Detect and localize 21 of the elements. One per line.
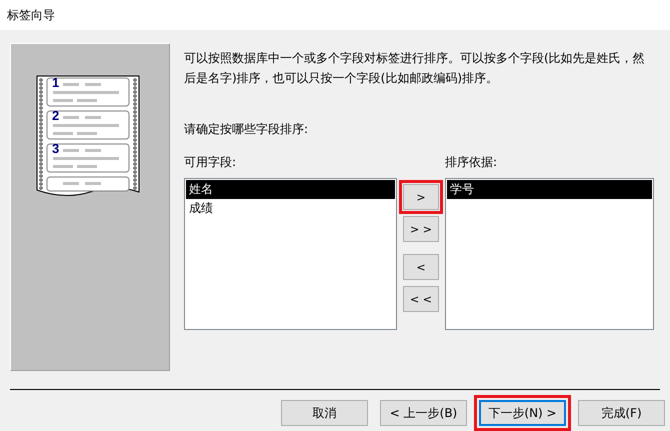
move-button[interactable]: > >	[403, 216, 439, 242]
list-item[interactable]: 姓名	[186, 180, 395, 199]
prompt-text: 请确定按哪些字段排序:	[184, 121, 310, 138]
move-button[interactable]: >	[399, 180, 443, 214]
window-title: 标签向导	[7, 6, 55, 24]
dialog-button[interactable]: 完成(F)	[578, 400, 665, 426]
label-number: 3	[52, 141, 60, 156]
dialog-button[interactable]: < 上一步(B)	[380, 400, 467, 426]
available-fields-list[interactable]: 姓名 成绩	[184, 178, 397, 330]
list-label: 可用字段:	[184, 154, 238, 171]
move-button[interactable]: <	[403, 254, 439, 280]
move-button[interactable]: < <	[403, 286, 439, 312]
dialog-button[interactable]: 下一步(N) >	[474, 395, 571, 431]
description-text: 可以按照数据库中一个或多个字段对标签进行排序。可以按多个字段(比如先是姓氏，然后是名字)排序，也可以只按一个字段(比如邮政编码)排序。	[184, 50, 646, 87]
dialog-button[interactable]: 取消	[281, 400, 368, 426]
label-number: 1	[52, 75, 60, 90]
list-item[interactable]: 成绩	[186, 199, 395, 218]
list-item[interactable]: 学号	[447, 180, 652, 199]
list-label: 排序依据:	[445, 154, 498, 171]
label-number: 2	[52, 108, 60, 123]
sort-fields-list[interactable]: 学号	[445, 178, 654, 330]
